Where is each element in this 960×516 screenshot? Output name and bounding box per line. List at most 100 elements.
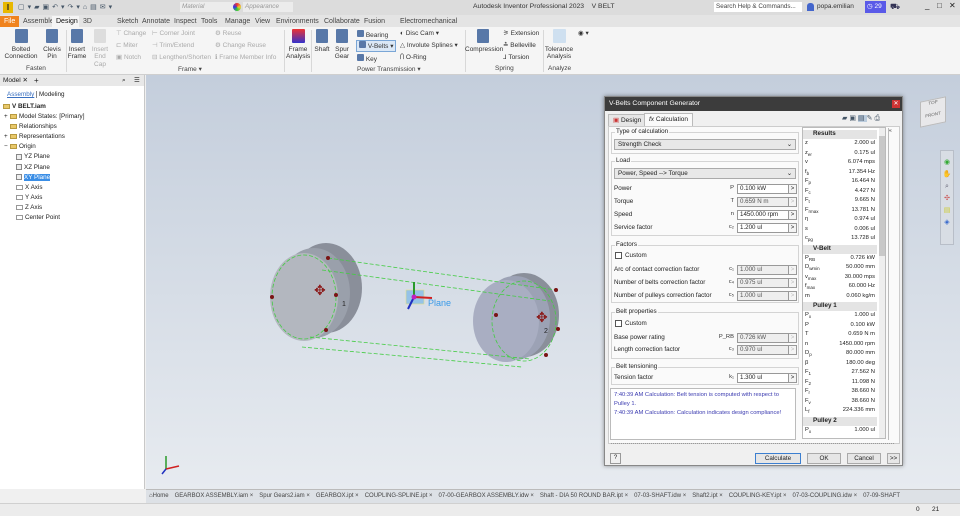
- cart-icon[interactable]: ⛟: [890, 2, 900, 12]
- field-more-button[interactable]: >: [788, 373, 797, 383]
- tree-item[interactable]: Y Axis: [16, 194, 42, 201]
- extension-button[interactable]: ⚞ Extension: [503, 30, 539, 38]
- add-tab-button[interactable]: +: [34, 75, 39, 86]
- save-icon[interactable]: ▣: [849, 115, 858, 122]
- close-button[interactable]: ✕: [949, 1, 956, 10]
- belleville-button[interactable]: ≛ Belleville: [503, 42, 536, 50]
- tree-item[interactable]: YZ Plane: [16, 153, 50, 160]
- frame-member-info-button[interactable]: ℹ Frame Member Info: [215, 54, 276, 62]
- options-icon[interactable]: ▤: [858, 115, 867, 122]
- document-tab[interactable]: Shaft2.ipt ×: [689, 490, 726, 502]
- clevis-pin-button[interactable]: Clevis Pin: [40, 29, 64, 61]
- compression-button[interactable]: Compression: [465, 29, 503, 53]
- collapse-results-button[interactable]: «: [888, 128, 896, 440]
- field-input[interactable]: 1.300 ul: [737, 373, 789, 383]
- factors-custom-checkbox[interactable]: [615, 252, 622, 259]
- lengthen-shorten-button[interactable]: ⊟ Lengthen/Shorten: [152, 54, 211, 62]
- spur-gear-button[interactable]: Spur Gear: [333, 29, 351, 61]
- document-tab[interactable]: GEARBOX.ipt ×: [313, 490, 362, 502]
- user-name[interactable]: popa.emilian: [817, 3, 854, 10]
- close-tab-icon[interactable]: ×: [852, 493, 858, 499]
- document-tab[interactable]: 07-03-COUPLING.idw ×: [790, 490, 861, 502]
- scrollbar-thumb[interactable]: [879, 136, 885, 256]
- tab-environments[interactable]: Environments: [272, 16, 320, 27]
- modeling-subtab[interactable]: Modeling: [36, 91, 65, 98]
- search-icon[interactable]: ⌕: [122, 75, 126, 86]
- help-button[interactable]: ?: [610, 453, 621, 464]
- splitter-handle[interactable]: [611, 443, 894, 445]
- involute-splines-button[interactable]: △ Involute Splines ▾: [400, 42, 458, 50]
- tree-item[interactable]: + Model States: [Primary]: [4, 113, 84, 120]
- trial-badge[interactable]: ◷ 29: [865, 1, 886, 13]
- close-tab-icon[interactable]: ×: [305, 493, 310, 499]
- miter-button[interactable]: ⊏ Miter: [116, 42, 138, 50]
- bearing-button[interactable]: Bearing: [357, 30, 388, 40]
- o-ring-button[interactable]: Ⴖ O-Ring: [400, 54, 427, 62]
- tree-item[interactable]: Z Axis: [16, 204, 42, 211]
- close-tab-icon[interactable]: ×: [529, 493, 534, 499]
- notch-button[interactable]: ▣ Notch: [116, 54, 141, 62]
- tab-3d-model[interactable]: 3D Model: [79, 16, 113, 36]
- ribbon-options-button[interactable]: ◉ ▾: [578, 30, 589, 38]
- maximize-button[interactable]: □: [937, 1, 942, 10]
- tab-file[interactable]: File: [0, 16, 19, 27]
- key-button[interactable]: Key: [357, 54, 377, 64]
- document-tab[interactable]: 07-09-SHAFT: [860, 490, 903, 502]
- bolted-connection-button[interactable]: Bolted Connection: [2, 29, 40, 61]
- document-tab[interactable]: COUPLING-KEY.ipt ×: [726, 490, 790, 502]
- tree-item[interactable]: XZ Plane: [16, 164, 50, 171]
- appearance-dropdown[interactable]: Appearance: [243, 2, 293, 12]
- document-tab[interactable]: GEARBOX ASSEMBLY.iam ×: [172, 490, 257, 502]
- close-tab-icon[interactable]: ×: [718, 493, 723, 499]
- tab-calculation[interactable]: fx Calculation: [644, 113, 694, 127]
- close-tab-icon[interactable]: ×: [248, 493, 254, 499]
- tab-annotate[interactable]: Annotate: [138, 16, 170, 27]
- model-tab[interactable]: Model ✕: [3, 75, 28, 86]
- tree-item[interactable]: + Representations: [4, 133, 65, 140]
- app-logo[interactable]: I: [3, 2, 13, 13]
- view-cube[interactable]: TOP FRONT: [920, 96, 946, 128]
- orbit-icon[interactable]: ✣: [941, 193, 953, 205]
- field-more-button[interactable]: >: [788, 210, 797, 220]
- more-button[interactable]: >>: [887, 453, 900, 464]
- type-of-calculation-select[interactable]: Strength Check ⌄: [614, 139, 796, 150]
- torsion-button[interactable]: ⅃ Torsion: [503, 54, 529, 62]
- disc-cam-button[interactable]: ◐ Disc Cam ▾: [400, 30, 439, 38]
- field-more-button[interactable]: >: [788, 184, 797, 194]
- calculate-button[interactable]: Calculate: [755, 453, 801, 464]
- tab-inspect[interactable]: Inspect: [170, 16, 197, 27]
- cancel-button[interactable]: Cancel: [847, 453, 881, 464]
- quick-access-toolbar[interactable]: ▢▾▰▣↶▾↷▾⌂▤✉▾: [18, 3, 173, 12]
- document-tab[interactable]: 07-00-GEARBOX ASSEMBLY.idw ×: [436, 490, 537, 502]
- field-input[interactable]: 1.200 ul: [737, 223, 789, 233]
- tab-fusion-360[interactable]: Fusion 360: [360, 16, 396, 36]
- menu-icon[interactable]: ☰: [134, 75, 140, 86]
- close-tab-icon[interactable]: ×: [681, 493, 687, 499]
- field-input[interactable]: 1450.000 rpm: [737, 210, 789, 220]
- view-face-icon[interactable]: ◈: [941, 217, 953, 229]
- close-tab-icon[interactable]: ×: [781, 493, 787, 499]
- shaft-button[interactable]: Shaft: [313, 29, 331, 53]
- v-belts-button[interactable]: V-Belts ▾: [356, 40, 397, 52]
- tab-assemble[interactable]: Assemble: [19, 16, 54, 27]
- dialog-close-button[interactable]: ✕: [892, 100, 900, 108]
- field-input[interactable]: 0.100 kW: [737, 184, 789, 194]
- close-tab-icon[interactable]: ×: [354, 493, 359, 499]
- ok-button[interactable]: OK: [807, 453, 841, 464]
- change-button[interactable]: ⊤ Change: [116, 30, 146, 38]
- pan-icon[interactable]: ✋: [941, 169, 953, 181]
- document-tab[interactable]: ⌂Home: [146, 490, 172, 502]
- document-tab[interactable]: COUPLING-SPLINE.ipt ×: [362, 490, 436, 502]
- document-tab[interactable]: Spur Gears2.iam ×: [256, 490, 313, 502]
- field-more-button[interactable]: >: [788, 223, 797, 233]
- tab-electromechanical[interactable]: Electromechanical: [396, 16, 457, 27]
- search-input[interactable]: Search Help & Commands...: [714, 2, 802, 12]
- tree-item[interactable]: X Axis: [16, 184, 43, 191]
- tree-item[interactable]: − Origin: [4, 143, 36, 150]
- close-tab-icon[interactable]: ×: [427, 493, 433, 499]
- viewcube-front[interactable]: FRONT: [921, 109, 945, 119]
- tolerance-analysis-button[interactable]: Tolerance Analysis: [544, 29, 574, 61]
- trim-extend-button[interactable]: ⊣ Trim/Extend: [152, 42, 194, 50]
- tree-item[interactable]: XY Plane: [16, 173, 51, 181]
- reuse-button[interactable]: ⚙ Reuse: [215, 30, 241, 38]
